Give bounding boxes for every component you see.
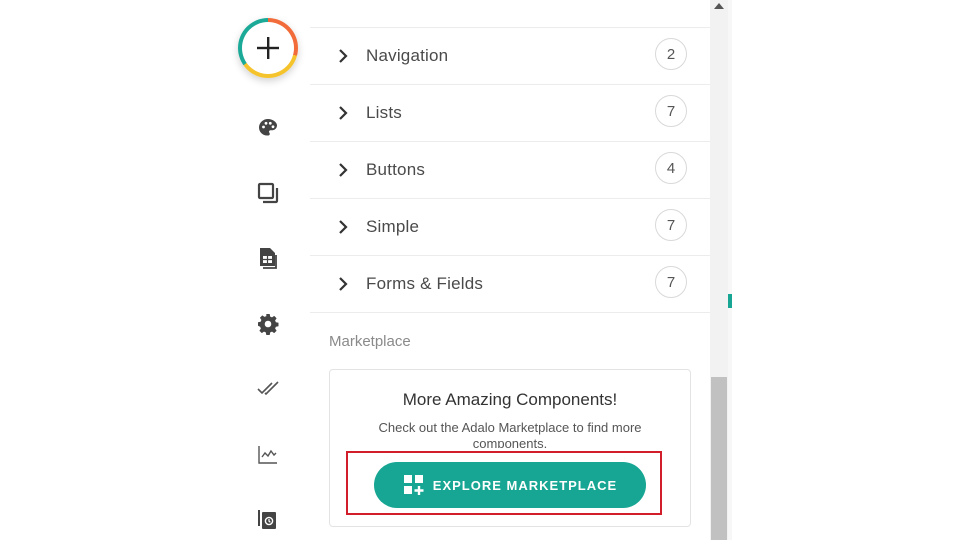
palette-icon — [259, 119, 277, 136]
analytics-button[interactable] — [255, 441, 281, 467]
category-row-lists[interactable]: Lists 7 — [310, 85, 710, 142]
category-count-badge: 7 — [655, 266, 687, 298]
add-component-panel: Navigation 2 Lists 7 Buttons 4 Simple 7 … — [310, 0, 710, 540]
category-label: Lists — [366, 103, 402, 122]
category-count-badge: 7 — [655, 95, 687, 127]
database-icon — [260, 248, 277, 269]
screens-icon — [257, 182, 279, 204]
add-component-button[interactable] — [238, 18, 298, 78]
branding-button[interactable] — [255, 115, 281, 141]
chevron-right-icon — [339, 49, 348, 63]
chevron-right-icon — [339, 220, 348, 234]
add-widget-icon — [403, 475, 424, 495]
category-row-forms-fields[interactable]: Forms & Fields 7 — [310, 256, 710, 313]
category-row-buttons[interactable]: Buttons 4 — [310, 142, 710, 199]
marketplace-card-description: Check out the Adalo Marketplace to find … — [378, 420, 642, 448]
publish-check-icon — [257, 381, 279, 396]
explore-marketplace-label: EXPLORE MARKETPLACE — [432, 477, 618, 493]
chevron-right-icon — [339, 277, 348, 291]
category-row-navigation[interactable]: Navigation 2 — [310, 28, 710, 85]
screens-button[interactable] — [255, 180, 281, 206]
versions-button[interactable] — [255, 506, 281, 532]
category-label: Navigation — [366, 46, 449, 65]
category-label: Buttons — [366, 160, 426, 179]
canvas-edge — [728, 0, 732, 540]
panel-scrollbar[interactable] — [710, 0, 728, 540]
analytics-icon — [258, 446, 277, 464]
category-label: Forms & Fields — [366, 274, 484, 293]
chevron-right-icon — [339, 106, 348, 120]
database-button[interactable] — [255, 245, 281, 271]
category-count-badge: 4 — [655, 152, 687, 184]
category-row-simple[interactable]: Simple 7 — [310, 199, 710, 256]
versions-icon — [258, 510, 276, 529]
marketplace-heading: Marketplace — [329, 333, 411, 350]
settings-button[interactable] — [255, 311, 281, 337]
scrollbar-thumb[interactable] — [711, 377, 727, 540]
publish-button[interactable] — [255, 375, 281, 401]
marketplace-card-title: More Amazing Components! — [402, 390, 618, 409]
scroll-up-arrow-icon[interactable] — [714, 3, 724, 9]
plus-icon — [257, 37, 279, 59]
category-count-badge: 2 — [655, 38, 687, 70]
explore-marketplace-button[interactable]: EXPLORE MARKETPLACE — [374, 462, 646, 508]
marketplace-card: More Amazing Components! Check out the A… — [329, 369, 691, 527]
canvas-selection-marker — [728, 294, 732, 308]
left-toolbar — [228, 0, 311, 540]
category-count-badge: 7 — [655, 209, 687, 241]
settings-icon — [258, 314, 279, 335]
chevron-right-icon — [339, 163, 348, 177]
category-label: Simple — [366, 217, 420, 236]
